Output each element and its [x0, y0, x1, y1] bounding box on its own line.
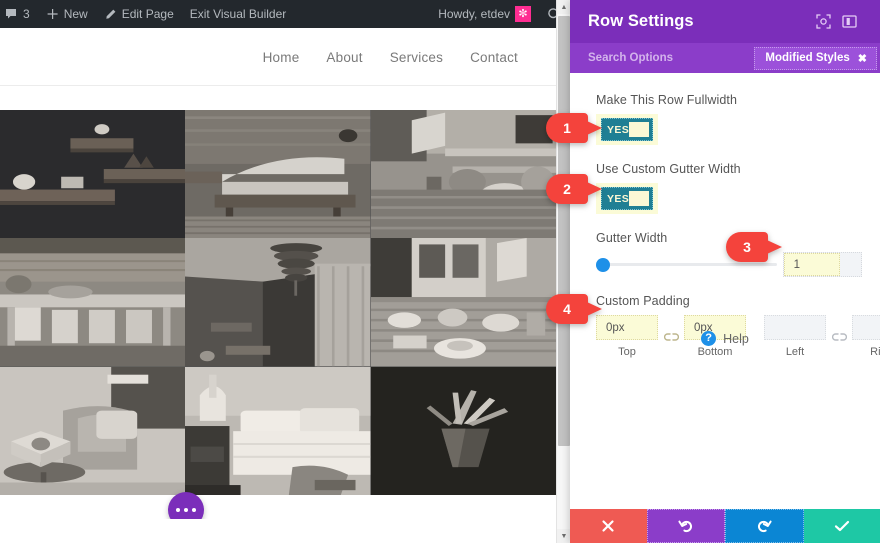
callout-marker-1: 1 — [546, 113, 602, 143]
scroll-down-arrow-icon[interactable]: ▼ — [557, 529, 570, 543]
panel-header: Row Settings — [570, 0, 880, 43]
admin-bar-account[interactable]: Howdy, etdev ✼ — [430, 0, 539, 28]
howdy-label: Howdy, etdev — [438, 7, 510, 21]
site-navigation: Home About Services Contact — [263, 50, 518, 65]
redo-icon — [756, 518, 772, 534]
dot-3 — [191, 507, 197, 513]
callout-number: 3 — [726, 232, 768, 262]
admin-bar-new-label: New — [63, 7, 88, 21]
undo-button[interactable] — [646, 509, 725, 543]
panel-layout-icon[interactable] — [836, 9, 862, 35]
toggle-gutter-value: YES — [607, 192, 630, 205]
field-label-fullwidth: Make This Row Fullwidth — [596, 93, 738, 107]
field-label-custom-padding: Custom Padding — [596, 294, 690, 308]
exit-visual-builder-label: Exit Visual Builder — [189, 7, 287, 21]
toggle-fullwidth-value: YES — [607, 123, 630, 136]
focus-icon[interactable] — [810, 9, 836, 35]
callout-marker-2: 2 — [546, 174, 602, 204]
gutter-width-value: 1 — [793, 258, 800, 271]
bedroom-nightstand-photo[interactable] — [185, 366, 371, 495]
help-row[interactable]: ? Help — [570, 331, 880, 346]
cancel-button[interactable] — [570, 509, 647, 543]
comments-count: 3 — [23, 7, 30, 21]
panel-body: Make This Row Fullwidth YES Use Custom G… — [570, 73, 880, 509]
dark-shelves-photo[interactable] — [0, 110, 186, 239]
nav-link-about[interactable]: About — [326, 50, 362, 65]
nav-link-contact[interactable]: Contact — [470, 50, 518, 65]
admin-bar-edit-label: Edit Page — [121, 7, 174, 21]
breakfast-table-photo[interactable] — [370, 238, 556, 367]
callout-number: 1 — [546, 113, 588, 143]
living-room-armchair-photo[interactable] — [0, 366, 186, 495]
padding-right-caption: Right — [870, 346, 880, 358]
redo-button[interactable] — [725, 509, 804, 543]
help-label: Help — [723, 331, 749, 346]
question-mark-icon: ? — [701, 331, 717, 346]
padding-bottom-caption: Bottom — [697, 346, 733, 358]
row-settings-panel: Row Settings Search Options Modified Sty… — [570, 0, 880, 543]
avatar-icon: ✼ — [515, 6, 531, 22]
undo-icon — [678, 518, 694, 534]
admin-bar-comments[interactable]: 3 — [0, 0, 38, 28]
gutter-width-input[interactable]: 1 — [782, 252, 862, 277]
pendant-lamp-room-photo[interactable] — [185, 238, 371, 367]
search-options-input[interactable]: Search Options — [588, 52, 673, 64]
callout-marker-3: 3 — [726, 232, 782, 262]
header-divider — [0, 85, 556, 86]
nav-link-home[interactable]: Home — [263, 50, 300, 65]
page-scrollbar[interactable]: ▲ ▼ — [556, 0, 570, 543]
toggle-knob — [629, 122, 649, 137]
screenshot-root: 3 New Edit Page Exit Visual Builder Howd… — [0, 0, 880, 543]
close-icon[interactable]: ✖ — [858, 52, 867, 65]
site-preview: 3 New Edit Page Exit Visual Builder Howd… — [0, 0, 570, 543]
toggle-knob — [629, 191, 649, 206]
padding-left-caption: Left — [785, 346, 805, 358]
dot-1 — [175, 507, 181, 513]
toggle-fullwidth[interactable]: YES — [601, 118, 653, 141]
save-button[interactable] — [803, 509, 880, 543]
admin-bar-edit-page[interactable]: Edit Page — [96, 0, 182, 28]
toggle-wrapper-fullwidth: YES — [596, 114, 658, 145]
field-custom-padding: Custom Padding 0px Top 0px Bottom Left R… — [596, 294, 880, 358]
comment-icon — [4, 7, 18, 21]
callout-number: 2 — [546, 174, 588, 204]
slider-handle[interactable] — [596, 257, 610, 272]
close-icon — [601, 519, 615, 533]
site-header: Home About Services Contact — [0, 28, 556, 86]
plus-icon — [46, 8, 59, 21]
callout-number: 4 — [546, 294, 588, 324]
dot-2 — [183, 507, 189, 513]
bedroom-bed-photo[interactable] — [185, 110, 371, 239]
padding-top-caption: Top — [618, 346, 636, 358]
modified-styles-badge[interactable]: Modified Styles ✖ — [754, 46, 877, 70]
panel-subheader: Search Options Modified Styles ✖ — [570, 43, 880, 73]
toggle-wrapper-gutter: YES — [596, 183, 658, 214]
page-title: Row Settings — [588, 12, 694, 30]
admin-bar-new[interactable]: New — [38, 0, 96, 28]
panel-action-bar — [570, 509, 880, 543]
slider-track — [606, 263, 777, 266]
nav-link-services[interactable]: Services — [390, 50, 443, 65]
field-make-row-fullwidth: Make This Row Fullwidth YES — [596, 93, 862, 145]
scroll-up-arrow-icon[interactable]: ▲ — [557, 0, 570, 14]
outdoor-dining-table-photo[interactable] — [0, 238, 186, 367]
patio-table-closeup-photo[interactable] — [370, 110, 556, 239]
callout-marker-4: 4 — [546, 294, 602, 324]
dark-plant-vase-photo[interactable] — [370, 366, 556, 495]
image-gallery-grid — [0, 110, 556, 495]
admin-bar-exit-visual-builder[interactable]: Exit Visual Builder — [182, 0, 295, 28]
site-bottom-whitespace — [0, 519, 556, 543]
field-label-gutter-toggle: Use Custom Gutter Width — [596, 162, 741, 176]
pencil-icon — [104, 8, 117, 21]
check-icon — [834, 519, 850, 533]
wp-admin-bar: 3 New Edit Page Exit Visual Builder Howd… — [0, 0, 570, 28]
field-use-custom-gutter-width: Use Custom Gutter Width YES — [596, 162, 862, 214]
modified-styles-label: Modified Styles — [765, 52, 850, 64]
toggle-custom-gutter[interactable]: YES — [601, 187, 653, 210]
scrollbar-thumb[interactable] — [558, 16, 570, 446]
